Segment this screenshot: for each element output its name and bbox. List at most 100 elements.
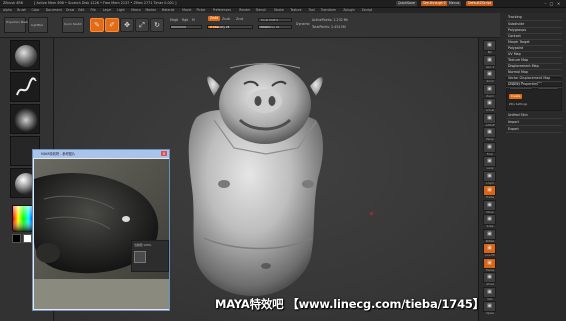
local-button[interactable]: ▣	[483, 156, 496, 167]
brush-selector[interactable]	[10, 40, 40, 70]
persp-icon: ▣	[487, 129, 492, 135]
z-intensity-slider[interactable]: Z Intensity 25	[207, 25, 253, 29]
subpalette-displacement-map[interactable]: Displacement Map	[508, 64, 539, 68]
draw-size-slider[interactable]: Draw Size 64	[258, 25, 292, 29]
l-sym-button[interactable]: ▣	[483, 170, 496, 182]
subpalette-polygroups[interactable]: Polygroups	[508, 28, 526, 32]
actual-button[interactable]: ▣	[483, 98, 496, 109]
scale-button[interactable]: ⤢	[135, 18, 149, 32]
subpalette-uv-map[interactable]: UV Map	[508, 52, 521, 56]
focal-shift-slider[interactable]: Focal Shift 0	[258, 18, 292, 22]
memory-status: [ Active Mem 698 • Scratch Disk 1226 • F…	[34, 1, 177, 5]
subpalette-morph-target[interactable]: Morph Target	[508, 40, 530, 44]
transp-icon: ▣	[487, 259, 492, 266]
dynamic-toggle[interactable]: Dynamic	[296, 22, 310, 26]
spix-3-button[interactable]: ▣	[483, 54, 496, 66]
scroll-button[interactable]: ▣	[483, 69, 496, 80]
move-button[interactable]: ✥	[120, 18, 134, 32]
line-fill-icon: ▣	[487, 245, 492, 251]
stroke-selector[interactable]	[10, 72, 40, 102]
shelf-label: Frame	[485, 196, 495, 199]
subpalette-import[interactable]: Import	[508, 120, 519, 124]
floor-button[interactable]: ▣	[483, 141, 496, 153]
spix-3-icon: ▣	[487, 56, 492, 63]
scale-button[interactable]: ▣	[483, 214, 496, 225]
shelf-label: Local	[486, 167, 494, 170]
close-icon[interactable]: ×	[161, 151, 167, 156]
reference-thumbnail[interactable]	[134, 251, 146, 263]
subpalette-vector-displacement-map[interactable]: Vector Displacement Map	[508, 76, 550, 80]
aahalf-button[interactable]: ▣	[483, 112, 496, 124]
m-toggle[interactable]: M	[192, 18, 195, 22]
divider	[506, 132, 562, 133]
subpalette-export[interactable]: Export	[508, 127, 519, 131]
scale-icon: ▣	[487, 216, 492, 222]
freehand-stroke-icon	[16, 77, 37, 96]
subpalette-polypaint[interactable]: Polypaint	[508, 46, 523, 50]
zcut-toggle[interactable]: Zcut	[236, 17, 243, 21]
edit-button[interactable]: ✎	[90, 18, 104, 32]
shelf-label: Actual	[485, 109, 495, 112]
rgb-toggle[interactable]: Rgb	[182, 18, 188, 22]
shelf-label: Bpr	[487, 51, 493, 54]
rotate-button[interactable]: ▣	[483, 228, 496, 240]
persp-button[interactable]: ▣	[483, 127, 496, 138]
subpalette-tracking[interactable]: Tracking	[508, 15, 522, 19]
subpalette-contact[interactable]: Contact	[508, 34, 521, 38]
subpalette-texture-map[interactable]: Texture Map	[508, 58, 528, 62]
edit-icon: ✎	[94, 21, 100, 29]
app-title: ZBrush 4R6	[3, 1, 23, 5]
reference-window-titlebar[interactable]: MAYA特效吧 - 参考图片 ×	[33, 150, 169, 158]
actual-icon: ▣	[487, 100, 492, 106]
zoom-icon: ▣	[487, 85, 492, 92]
move-button[interactable]: ▣	[483, 199, 496, 211]
bpr-button[interactable]: ▣	[483, 40, 496, 51]
zsub-toggle[interactable]: Zsub	[222, 17, 230, 21]
mrgb-toggle[interactable]: Mrgb	[170, 18, 178, 22]
draw-button[interactable]: ✐	[105, 18, 119, 32]
quick-sketch-button[interactable]: Quick Sketch	[62, 17, 84, 33]
title-bar: ZBrush 4R6 [ Active Mem 698 • Scratch Di…	[0, 0, 566, 8]
subpalette-unified-skin[interactable]: Unified Skin	[508, 113, 528, 117]
subpalette-subdivide[interactable]: Subdivide	[508, 22, 524, 26]
subpalette-normal-map[interactable]: Normal Map	[508, 70, 528, 74]
xpose-button[interactable]: ▣	[483, 301, 496, 312]
shelf-label: Persp	[486, 138, 494, 141]
alpha-selector[interactable]	[10, 104, 40, 134]
secondary-color-swatch[interactable]	[23, 234, 32, 243]
alpha-icon	[14, 108, 38, 132]
watermark: MAYA特效吧 【www.linecg.com/tieba/1745】	[215, 297, 485, 311]
zadd-toggle[interactable]: Zadd	[208, 16, 221, 21]
divider	[506, 118, 562, 119]
close-icon[interactable]: ×	[556, 1, 561, 6]
projection-master-button[interactable]: Projection Master	[4, 17, 30, 33]
rotate-button[interactable]: ↻	[150, 18, 164, 32]
frame-button[interactable]: ▣	[483, 185, 496, 196]
divider	[506, 87, 562, 88]
minimize-icon[interactable]: –	[543, 1, 548, 6]
transp-button[interactable]: ▣	[483, 257, 496, 269]
ghost-button[interactable]: ▣	[483, 272, 496, 283]
reference-zoom-panel[interactable]: 当前图 100%	[131, 240, 169, 272]
lightbox-button[interactable]: LightBox	[28, 17, 48, 33]
create-button[interactable]: Create	[509, 94, 523, 99]
quicksave-button[interactable]: QuickSave	[396, 1, 417, 6]
zdo-settings[interactable]: ZDo Settings	[509, 102, 527, 106]
local-icon: ▣	[487, 158, 492, 164]
default-script-button[interactable]: DefaultZScript	[466, 1, 494, 6]
zoom-button[interactable]: ▣	[483, 83, 496, 95]
rgb-intensity-slider[interactable]	[170, 25, 202, 29]
l-sym-icon: ▣	[487, 172, 492, 179]
shelf-label: Scroll	[486, 80, 494, 83]
reference-image-window[interactable]: MAYA特效吧 - 参考图片 × 当前图 100%	[32, 149, 170, 311]
scale-icon: ⤢	[139, 21, 145, 29]
menus-button[interactable]: Menus	[447, 1, 462, 6]
main-color-swatch[interactable]	[12, 234, 21, 243]
draw-icon: ✐	[109, 21, 115, 29]
subpalette-display-properties[interactable]: Display Properties	[508, 82, 538, 86]
solo-button[interactable]: ▣	[483, 286, 496, 298]
maximize-icon[interactable]: □	[549, 1, 554, 6]
see-through-slider[interactable]: See-through 0	[421, 1, 448, 6]
floor-icon: ▣	[487, 143, 492, 150]
line-fill-button[interactable]: ▣	[483, 243, 496, 254]
